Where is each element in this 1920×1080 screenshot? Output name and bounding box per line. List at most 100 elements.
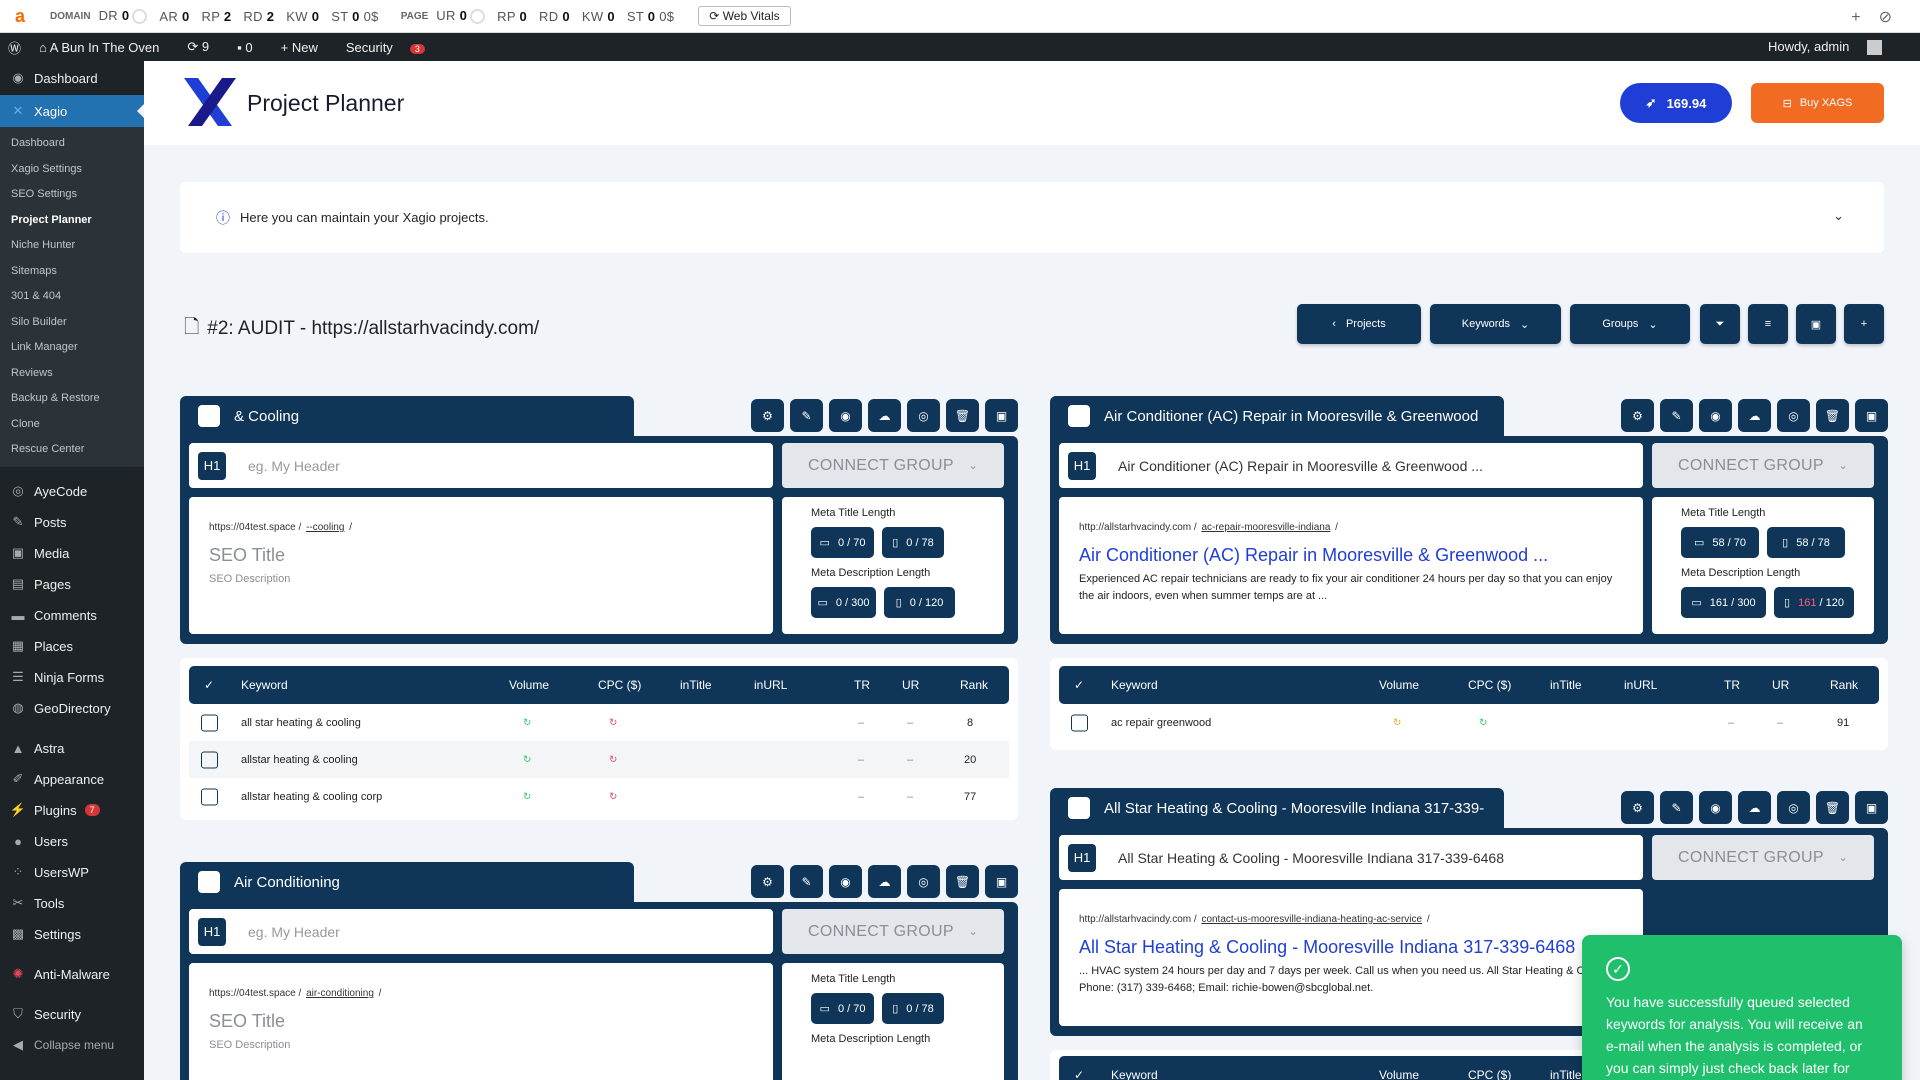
web-vitals-button[interactable]: ⟳ Web Vitals: [698, 6, 791, 26]
serp-preview[interactable]: http://allstarhvacindy.com / contact-us-…: [1059, 889, 1643, 1026]
sidebar-item-geodirectory[interactable]: ◍ GeoDirectory: [0, 693, 144, 724]
sidebar-item-ayecode[interactable]: ◎ AyeCode: [0, 476, 144, 507]
trash-icon[interactable]: 🗑: [1816, 399, 1849, 432]
keywords-dropdown[interactable]: Keywords ⌄: [1430, 304, 1561, 344]
cloud-icon[interactable]: ☁: [868, 399, 901, 432]
group-checkbox[interactable]: [1068, 405, 1090, 427]
comments-link[interactable]: ▪ 0: [237, 40, 266, 55]
group-checkbox[interactable]: [1068, 797, 1090, 819]
sort-button[interactable]: ≡: [1748, 304, 1788, 344]
site-name[interactable]: ⌂ A Bun In The Oven: [39, 40, 173, 55]
submenu-niche-hunter[interactable]: Niche Hunter: [0, 233, 144, 259]
gear-icon[interactable]: ⚙: [751, 399, 784, 432]
connect-group-select[interactable]: CONNECT GROUP ⌄: [782, 909, 1004, 954]
trash-icon[interactable]: 🗑: [946, 399, 979, 432]
target-icon[interactable]: ◎: [1777, 399, 1810, 432]
add-icon[interactable]: +: [1851, 9, 1878, 26]
group-checkbox[interactable]: [198, 405, 220, 427]
group-checkbox[interactable]: [198, 871, 220, 893]
updates-link[interactable]: ⟳ 9: [187, 39, 223, 55]
projects-button[interactable]: ‹ Projects: [1297, 304, 1421, 344]
target-icon[interactable]: ◎: [907, 865, 940, 898]
submenu-dashboard[interactable]: Dashboard: [0, 131, 144, 157]
cloud-icon[interactable]: ☁: [1738, 399, 1771, 432]
wordpress-logo-icon[interactable]: Ⓦ: [8, 38, 21, 57]
eye-icon[interactable]: ◉: [1699, 791, 1732, 824]
submenu-301-404[interactable]: 301 & 404: [0, 284, 144, 310]
sidebar-item-anti-malware[interactable]: ✺ Anti-Malware: [0, 959, 144, 990]
sidebar-item-xagio[interactable]: ✕ Xagio: [0, 95, 144, 127]
sidebar-item-users[interactable]: ● Users: [0, 826, 144, 857]
connect-group-select[interactable]: CONNECT GROUP ⌄: [1652, 835, 1874, 880]
notes-icon[interactable]: ✎: [1660, 399, 1693, 432]
gear-icon[interactable]: ⚙: [1621, 791, 1654, 824]
sidebar-item-security[interactable]: ⛉ Security: [0, 999, 144, 1030]
filter-button[interactable]: ⏷: [1700, 304, 1740, 344]
h1-field[interactable]: H1 Air Conditioner (AC) Repair in Mooresv…: [1059, 443, 1643, 488]
collapse-menu-button[interactable]: ◀ Collapse menu: [0, 1030, 144, 1061]
cloud-icon[interactable]: ☁: [868, 865, 901, 898]
check-all-icon[interactable]: ✓: [1074, 678, 1084, 692]
save-icon[interactable]: ▣: [985, 399, 1018, 432]
sidebar-item-appearance[interactable]: ✐ Appearance: [0, 764, 144, 795]
sidebar-item-tools[interactable]: ✂ Tools: [0, 888, 144, 919]
h1-field[interactable]: H1 eg. My Header: [189, 909, 773, 954]
sidebar-item-plugins[interactable]: ⚡ Plugins 7: [0, 795, 144, 826]
buy-xags-button[interactable]: ⊟ Buy XAGS: [1751, 83, 1884, 123]
save-icon[interactable]: ▣: [1855, 399, 1888, 432]
eye-icon[interactable]: ◉: [829, 399, 862, 432]
submenu-xagio-settings[interactable]: Xagio Settings: [0, 157, 144, 183]
serp-preview[interactable]: https://04test.space / --cooling / SEO T…: [189, 497, 773, 634]
target-icon[interactable]: ◎: [907, 399, 940, 432]
security-link[interactable]: Security 3: [346, 40, 439, 55]
sidebar-item-settings[interactable]: ▩ Settings: [0, 919, 144, 950]
save-icon[interactable]: ▣: [985, 865, 1018, 898]
h1-field[interactable]: H1 All Star Heating & Cooling - Mooresvil…: [1059, 835, 1643, 880]
trash-icon[interactable]: 🗑: [1816, 791, 1849, 824]
sidebar-item-places[interactable]: ▦ Places: [0, 631, 144, 662]
h1-field[interactable]: H1 eg. My Header: [189, 443, 773, 488]
sidebar-item-pages[interactable]: ▤ Pages: [0, 569, 144, 600]
serp-preview[interactable]: https://04test.space / air-conditioning …: [189, 963, 773, 1080]
save-button[interactable]: ▣: [1796, 304, 1836, 344]
target-icon[interactable]: ◎: [1777, 791, 1810, 824]
connect-group-select[interactable]: CONNECT GROUP ⌄: [782, 443, 1004, 488]
account-menu[interactable]: Howdy, admin: [1768, 39, 1896, 56]
sidebar-item-dashboard[interactable]: ◉ Dashboard: [0, 61, 144, 95]
sidebar-item-posts[interactable]: ✎ Posts: [0, 507, 144, 538]
eye-icon[interactable]: ◉: [829, 865, 862, 898]
new-content-link[interactable]: + New: [281, 40, 332, 55]
row-checkbox[interactable]: [201, 788, 218, 805]
table-row[interactable]: ac repair greenwood ↻ ↻ – –91: [1059, 704, 1879, 741]
submenu-link-manager[interactable]: Link Manager: [0, 335, 144, 361]
group-name[interactable]: All Star Heating & Cooling - Mooresville…: [1104, 800, 1484, 817]
settings-icon[interactable]: ⊘: [1879, 9, 1910, 26]
notes-icon[interactable]: ✎: [790, 399, 823, 432]
table-row[interactable]: allstar heating & cooling ↻ ↻ – –20: [189, 741, 1009, 778]
ahrefs-logo[interactable]: a: [0, 0, 40, 33]
group-name[interactable]: & Cooling: [234, 408, 614, 425]
group-name[interactable]: Air Conditioning: [234, 874, 614, 891]
submenu-rescue-center[interactable]: Rescue Center: [0, 437, 144, 463]
check-all-icon[interactable]: ✓: [204, 678, 214, 692]
submenu-project-planner[interactable]: Project Planner: [0, 208, 144, 234]
success-toast[interactable]: ✓ You have successfully queued selected …: [1582, 935, 1902, 1080]
submenu-backup-restore[interactable]: Backup & Restore: [0, 386, 144, 412]
row-checkbox[interactable]: [201, 714, 218, 731]
trash-icon[interactable]: 🗑: [946, 865, 979, 898]
table-row[interactable]: all star heating & cooling ↻ ↻ – –8: [189, 704, 1009, 741]
submenu-seo-settings[interactable]: SEO Settings: [0, 182, 144, 208]
serp-preview[interactable]: http://allstarhvacindy.com / ac-repair-m…: [1059, 497, 1643, 634]
cloud-icon[interactable]: ☁: [1738, 791, 1771, 824]
xags-credits-button[interactable]: ➶ 169.94: [1620, 83, 1732, 123]
sidebar-item-userswp[interactable]: ⁘ UsersWP: [0, 857, 144, 888]
submenu-clone[interactable]: Clone: [0, 412, 144, 438]
row-checkbox[interactable]: [201, 751, 218, 768]
sidebar-item-comments[interactable]: ▬ Comments: [0, 600, 144, 631]
notes-icon[interactable]: ✎: [790, 865, 823, 898]
sidebar-item-astra[interactable]: ▲ Astra: [0, 733, 144, 764]
sidebar-item-ninja-forms[interactable]: ☰ Ninja Forms: [0, 662, 144, 693]
info-panel[interactable]: ⓘ Here you can maintain your Xagio proje…: [180, 182, 1884, 253]
submenu-silo-builder[interactable]: Silo Builder: [0, 310, 144, 336]
groups-dropdown[interactable]: Groups ⌄: [1570, 304, 1690, 344]
